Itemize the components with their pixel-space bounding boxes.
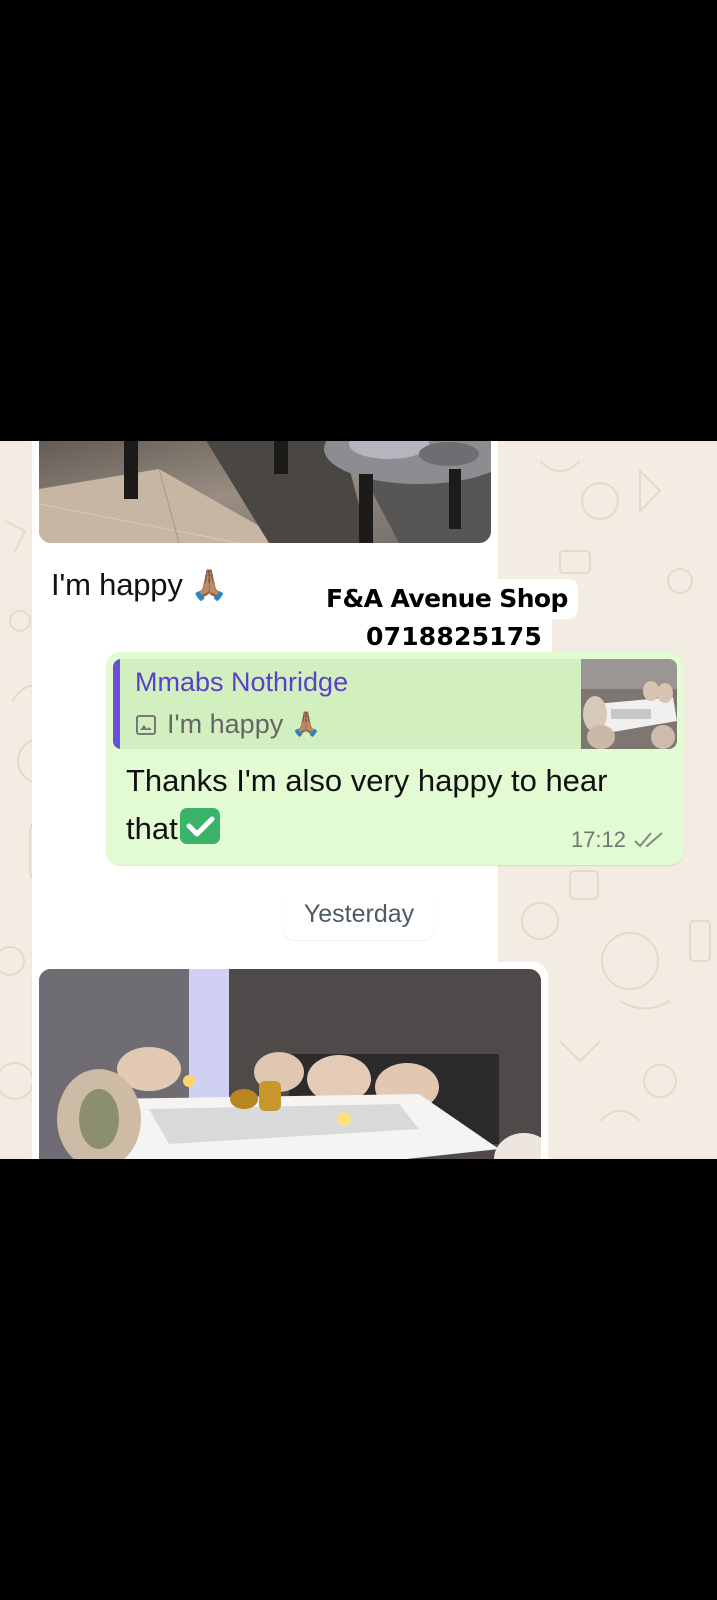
caption-text: I'm happy [51,567,183,602]
quoted-thumbnail [581,659,677,749]
quoted-text-line: I'm happy 🙏🏽 [135,709,321,740]
outgoing-message-bubble[interactable]: Mmabs Nothridge I'm happy 🙏🏽 Thanks I'm … [106,652,684,865]
message-meta: 17:12 [571,827,666,853]
date-separator: Yesterday [283,888,435,940]
check-mark-button-icon [179,808,220,844]
folded-hands-emoji: 🙏🏽 [291,711,322,738]
photo-dining-room [39,969,541,1159]
message-photo[interactable] [39,969,541,1159]
message-time: 17:12 [570,827,626,852]
quoted-author: Mmabs Nothridge [135,667,349,697]
quote-accent-bar [113,659,120,749]
folded-hands-emoji: 🙏🏽 [190,569,228,602]
photo-chairs-floor [39,441,491,543]
image-icon [136,714,156,735]
incoming-photo-bubble[interactable] [32,962,548,1159]
message-photo[interactable] [39,441,491,543]
quoted-text: I'm happy [167,709,284,739]
message-caption: I'm happy 🙏🏽 [51,567,228,603]
thumbnail-dining-room [581,659,677,749]
quoted-message[interactable]: Mmabs Nothridge I'm happy 🙏🏽 [113,659,677,749]
shop-name-watermark: F&A Avenue Shop [316,579,578,619]
chat-area[interactable]: I'm happy 🙏🏽 F&A Avenue Shop 0718825175 M… [0,441,717,1159]
top-black-area [0,0,717,441]
bottom-black-area [0,1159,717,1600]
double-tick-icon [634,832,663,848]
